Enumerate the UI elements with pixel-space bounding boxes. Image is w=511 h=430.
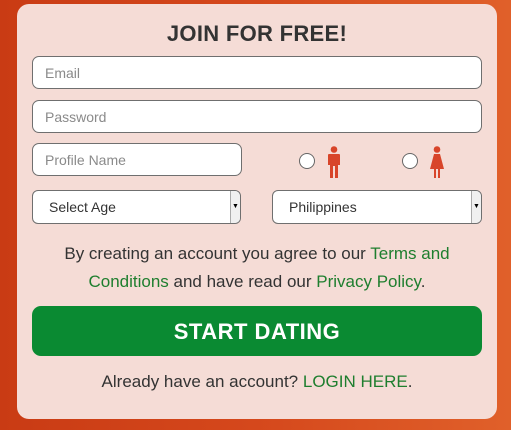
female-icon (430, 146, 444, 178)
privacy-link[interactable]: Privacy Policy (316, 272, 421, 291)
gender-male-radio[interactable] (299, 153, 315, 169)
country-select-value: Philippines (289, 199, 357, 215)
notice-middle: and have read our (168, 272, 317, 291)
email-input[interactable] (32, 56, 482, 89)
terms-notice: By creating an account you agree to our … (35, 240, 479, 296)
start-dating-button[interactable]: START DATING (32, 306, 482, 356)
chevron-down-icon: ▼ (471, 191, 481, 223)
form-title: JOIN FOR FREE! (166, 21, 348, 46)
age-select[interactable]: Select Age ▼ (32, 190, 241, 224)
password-input[interactable] (32, 100, 482, 133)
login-link[interactable]: LOGIN HERE (303, 372, 408, 391)
gender-female-radio[interactable] (402, 153, 418, 169)
country-select[interactable]: Philippines ▼ (272, 190, 482, 224)
age-select-value: Select Age (49, 199, 116, 215)
notice-suffix: . (420, 272, 426, 291)
login-prompt: Already have an account? LOGIN HERE. (17, 372, 497, 392)
chevron-down-icon: ▼ (230, 191, 240, 223)
male-icon (328, 146, 340, 178)
login-prompt-text: Already have an account? (101, 372, 303, 391)
profile-name-input[interactable] (32, 143, 242, 176)
signup-card: JOIN FOR FREE! Select Age ▼ Philippines … (17, 4, 497, 419)
notice-prefix: By creating an account you agree to our (64, 244, 371, 263)
login-suffix: . (407, 372, 413, 391)
